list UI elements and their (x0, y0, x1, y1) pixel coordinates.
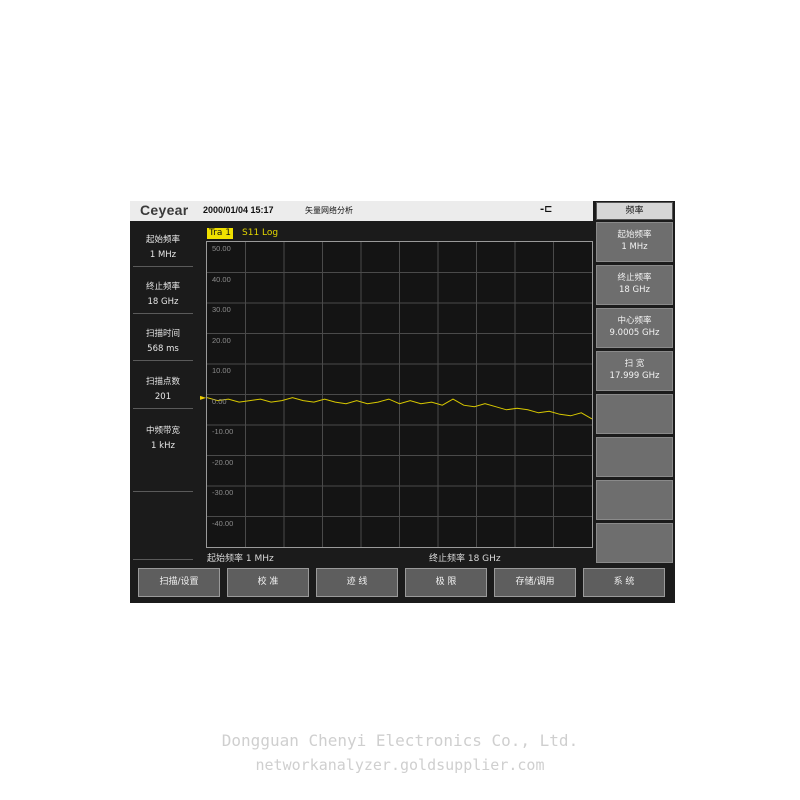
trace-format: S11 Log (242, 228, 279, 238)
trace-plot (206, 242, 593, 547)
brand-logo: Ceyear (140, 202, 189, 218)
softkey-stop-freq[interactable]: 终止频率 18 GHz (596, 265, 673, 305)
softkey-label: 扫 宽 (624, 359, 645, 369)
menu-title: 频率 (596, 202, 673, 220)
param-if-bandwidth: 中频带宽 1 kHz (130, 424, 196, 454)
instrument-screen: Ceyear 2000/01/04 15:17 矢量网络分析 -⊏ 频率 起始频… (130, 201, 675, 603)
param-label: 终止频率 (145, 282, 180, 292)
param-value: 568 ms (147, 344, 179, 354)
plot-area[interactable] (206, 241, 593, 548)
y-tick-label: 0.00 (212, 397, 227, 406)
param-label: 扫描点数 (145, 377, 180, 387)
divider (133, 360, 193, 361)
param-start-freq: 起始频率 1 MHz (130, 233, 196, 267)
y-tick-label: -20.00 (212, 458, 234, 467)
y-tick-label: 30.00 (212, 305, 231, 314)
param-label: 起始频率 (145, 235, 180, 245)
y-tick-label: -40.00 (212, 519, 234, 528)
y-tick-label: -10.00 (212, 427, 234, 436)
param-value: 1 kHz (151, 441, 175, 451)
y-tick-label: -30.00 (212, 488, 234, 497)
param-sweep-points: 扫描点数 201 (130, 375, 196, 409)
softkey-label: 起始频率 (617, 230, 652, 240)
softkey-empty-8[interactable] (596, 523, 673, 563)
softkey-empty-7[interactable] (596, 480, 673, 520)
y-tick-label: 10.00 (212, 366, 231, 375)
param-value: 1 MHz (149, 250, 177, 260)
divider (133, 313, 193, 314)
softkey-label: 中心频率 (617, 316, 652, 326)
key-sweep-setup[interactable]: 扫描/设置 (138, 568, 220, 597)
softkey-label: 终止频率 (617, 273, 652, 283)
param-sweep-time: 扫描时间 568 ms (130, 327, 196, 361)
key-save-recall[interactable]: 存储/调用 (494, 568, 576, 597)
key-limit[interactable]: 极 限 (405, 568, 487, 597)
company-url: networkanalyzer.goldsupplier.com (255, 756, 545, 774)
company-name: Dongguan Chenyi Electronics Co., Ltd. (221, 731, 579, 750)
divider (133, 491, 193, 492)
datetime: 2000/01/04 15:17 (203, 205, 274, 215)
softkey-value: 9.0005 GHz (609, 328, 660, 338)
softkey-empty-6[interactable] (596, 437, 673, 477)
y-tick-label: 40.00 (212, 275, 231, 284)
softkey-value: 17.999 GHz (609, 371, 660, 381)
softkey-span[interactable]: 扫 宽 17.999 GHz (596, 351, 673, 391)
softkey-start-freq[interactable]: 起始频率 1 MHz (596, 222, 673, 262)
softkey-empty-5[interactable] (596, 394, 673, 434)
param-label: 扫描时间 (145, 329, 180, 339)
key-trace[interactable]: 迹 线 (316, 568, 398, 597)
y-tick-label: 20.00 (212, 336, 231, 345)
y-tick-label: 50.00 (212, 244, 231, 253)
function-key-bar: 扫描/设置 校 准 迹 线 极 限 存储/调用 系 统 (130, 563, 675, 603)
param-label: 中频带宽 (145, 426, 180, 436)
softkey-center-freq[interactable]: 中心频率 9.0005 GHz (596, 308, 673, 348)
trace-label[interactable]: Tra 1 (207, 228, 233, 239)
key-system[interactable]: 系 统 (583, 568, 665, 597)
divider (133, 408, 193, 409)
divider (133, 559, 193, 560)
divider (133, 266, 193, 267)
param-value: 18 GHz (147, 297, 179, 307)
param-stop-freq: 终止频率 18 GHz (130, 280, 196, 314)
plug-icon: -⊏ (540, 204, 553, 215)
parameter-panel: 起始频率 1 MHz 终止频率 18 GHz 扫描时间 568 ms 扫描点数 … (130, 221, 202, 563)
param-value: 201 (154, 392, 172, 402)
key-calibration[interactable]: 校 准 (227, 568, 309, 597)
softkey-value: 1 MHz (621, 242, 648, 252)
softkey-value: 18 GHz (619, 285, 650, 295)
title-bar: Ceyear 2000/01/04 15:17 矢量网络分析 -⊏ (130, 201, 593, 221)
app-title: 矢量网络分析 (305, 206, 353, 215)
